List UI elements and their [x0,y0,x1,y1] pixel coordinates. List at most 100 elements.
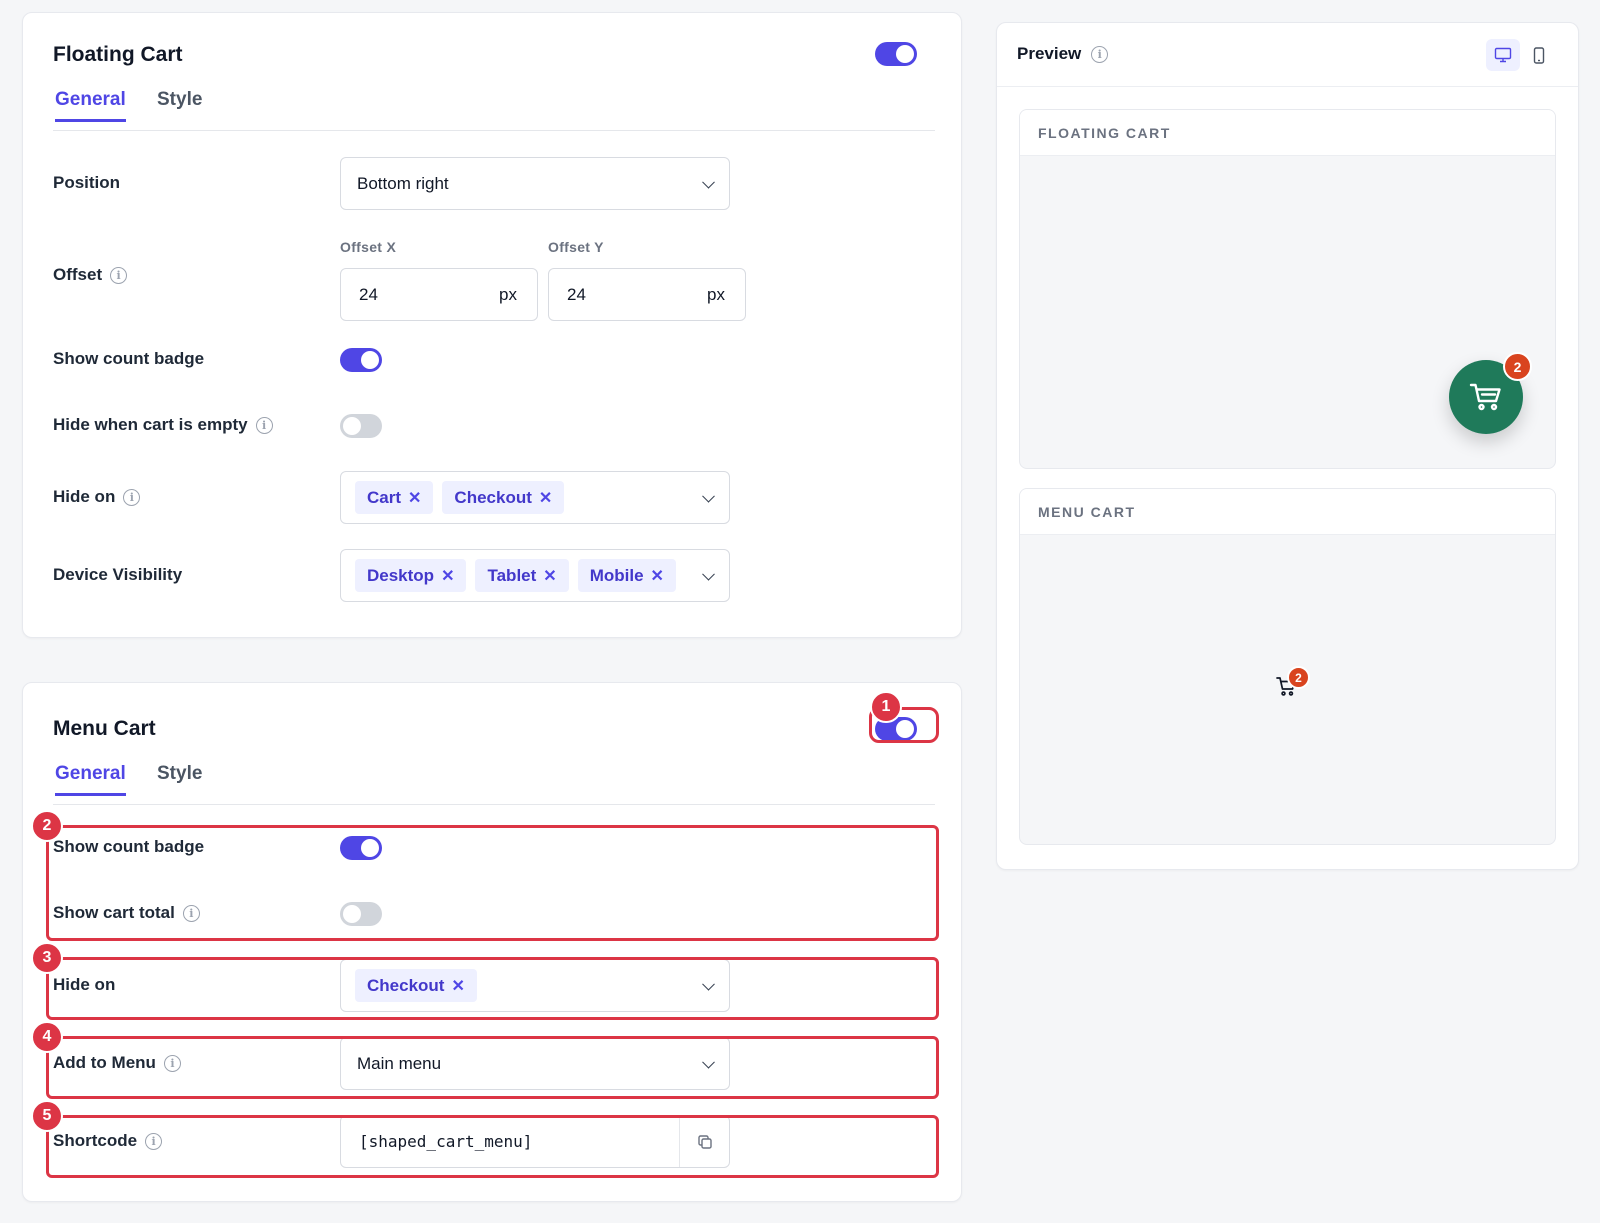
preview-title-text: Preview [1017,44,1082,63]
info-icon[interactable]: i [255,416,273,434]
offset-y-value: 24 [567,284,586,304]
annotation-marker-2: 2 [31,810,63,842]
add-to-menu-label: Add to Menu i [53,1053,181,1073]
tag-label: Checkout [367,975,445,995]
tag-checkout: Checkout ✕ [355,969,477,1002]
shortcode-value: [shaped_cart_menu] [359,1132,533,1151]
chevron-down-icon [702,567,715,581]
cart-icon [1469,383,1501,411]
position-label: Position [53,173,120,193]
desktop-view-button[interactable] [1486,39,1520,71]
add-to-menu-select[interactable]: Main menu [340,1037,730,1090]
tag-label: Desktop [367,565,435,585]
position-select[interactable]: Bottom right [340,157,730,210]
hide-on-text: Hide on [53,487,116,506]
tab-style[interactable]: Style [157,89,202,121]
chevron-down-icon [702,977,715,991]
menu-cart-count-badge: 2 [1287,666,1310,689]
show-cart-total-text: Show cart total [53,903,175,922]
show-cart-total-label: Show cart total i [53,903,200,923]
show-cart-total-toggle[interactable] [340,902,382,926]
offset-y-unit: px [707,284,725,304]
annotation-marker-3: 3 [31,942,63,974]
shortcode-text: Shortcode [53,1131,138,1150]
menu-cart-tabs: General Style [53,763,935,805]
info-icon[interactable]: i [145,1132,163,1150]
tag-mobile: Mobile ✕ [577,559,676,592]
shortcode-field[interactable]: [shaped_cart_menu] [340,1115,730,1168]
remove-tag-icon[interactable]: ✕ [451,976,464,996]
device-visibility-label: Device Visibility [53,565,182,585]
info-icon[interactable]: i [182,904,200,922]
remove-tag-icon[interactable]: ✕ [441,566,454,586]
hide-on-multiselect[interactable]: Cart ✕ Checkout ✕ [340,471,730,524]
chevron-down-icon [702,175,715,189]
tab-general[interactable]: General [55,89,126,122]
hide-when-empty-label: Hide when cart is empty i [53,415,273,435]
tag-label: Mobile [589,565,644,585]
preview-header: Preview i [997,23,1578,87]
tab-general[interactable]: General [55,763,126,796]
offset-x-input[interactable]: 24 px [340,268,538,321]
hide-when-empty-text: Hide when cart is empty [53,415,248,434]
mobile-icon [1533,46,1545,64]
show-count-badge-label: Show count badge [53,349,204,369]
annotation-marker-4: 4 [31,1021,63,1053]
preview-title: Preview i [1017,44,1109,64]
offset-y-input[interactable]: 24 px [548,268,746,321]
menu-cart-title: Menu Cart [53,717,156,740]
annotation-marker-5: 5 [31,1100,63,1132]
menu-hide-on-multiselect[interactable]: Checkout ✕ [340,959,730,1012]
add-to-menu-text: Add to Menu [53,1053,156,1072]
floating-cart-enable-toggle[interactable] [875,42,917,66]
floating-cart-preview-label: FLOATING CART [1020,110,1555,156]
offset-y-label: Offset Y [548,239,604,255]
floating-cart-tabs: General Style [53,89,935,131]
menu-cart-preview-label: MENU CART [1020,489,1555,535]
offset-label-text: Offset [53,265,103,284]
menu-cart-preview-panel: MENU CART 2 [1019,488,1556,845]
show-count-badge-text: Show count badge [53,349,205,368]
floating-cart-title: Floating Cart [53,43,183,66]
tag-cart: Cart ✕ [355,481,434,514]
menu-hide-on-text: Hide on [53,975,116,994]
chevron-down-icon [702,1055,715,1069]
info-icon[interactable]: i [110,266,128,284]
remove-tag-icon[interactable]: ✕ [539,488,552,508]
remove-tag-icon[interactable]: ✕ [651,566,664,586]
chevron-down-icon [702,489,715,503]
remove-tag-icon[interactable]: ✕ [408,488,421,508]
device-visibility-multiselect[interactable]: Desktop ✕ Tablet ✕ Mobile ✕ [340,549,730,602]
hide-when-empty-toggle[interactable] [340,414,382,438]
tab-style[interactable]: Style [157,763,202,795]
menu-hide-on-label: Hide on [53,975,115,995]
tag-label: Checkout [454,487,532,507]
info-icon[interactable]: i [1091,45,1109,63]
copy-icon [697,1134,712,1149]
menu-cart-card: Menu Cart General Style Show count badge… [22,682,962,1202]
copy-button[interactable] [679,1116,729,1167]
device-visibility-text: Device Visibility [53,565,183,584]
position-label-text: Position [53,173,121,192]
floating-cart-count-badge: 2 [1503,352,1532,381]
floating-cart-preview-panel: FLOATING CART 2 [1019,109,1556,469]
menu-show-count-badge-text: Show count badge [53,837,205,856]
info-icon[interactable]: i [163,1054,181,1072]
hide-on-label: Hide on i [53,487,141,507]
mobile-view-button[interactable] [1522,39,1556,71]
show-count-badge-toggle[interactable] [340,348,382,372]
remove-tag-icon[interactable]: ✕ [543,566,556,586]
desktop-icon [1494,47,1512,63]
info-icon[interactable]: i [123,488,141,506]
menu-show-count-badge-label: Show count badge [53,837,204,857]
offset-x-unit: px [499,284,517,304]
preview-card: Preview i FLOATING CART 2 MENU CART 2 [996,22,1579,870]
tag-tablet: Tablet ✕ [475,559,569,592]
offset-x-label: Offset X [340,239,397,255]
add-to-menu-value: Main menu [357,1053,442,1073]
shortcode-label: Shortcode i [53,1131,163,1151]
menu-show-count-badge-toggle[interactable] [340,836,382,860]
annotation-marker-1: 1 [870,691,902,723]
floating-cart-card: Floating Cart General Style Position Bot… [22,12,962,638]
offset-x-value: 24 [359,284,378,304]
